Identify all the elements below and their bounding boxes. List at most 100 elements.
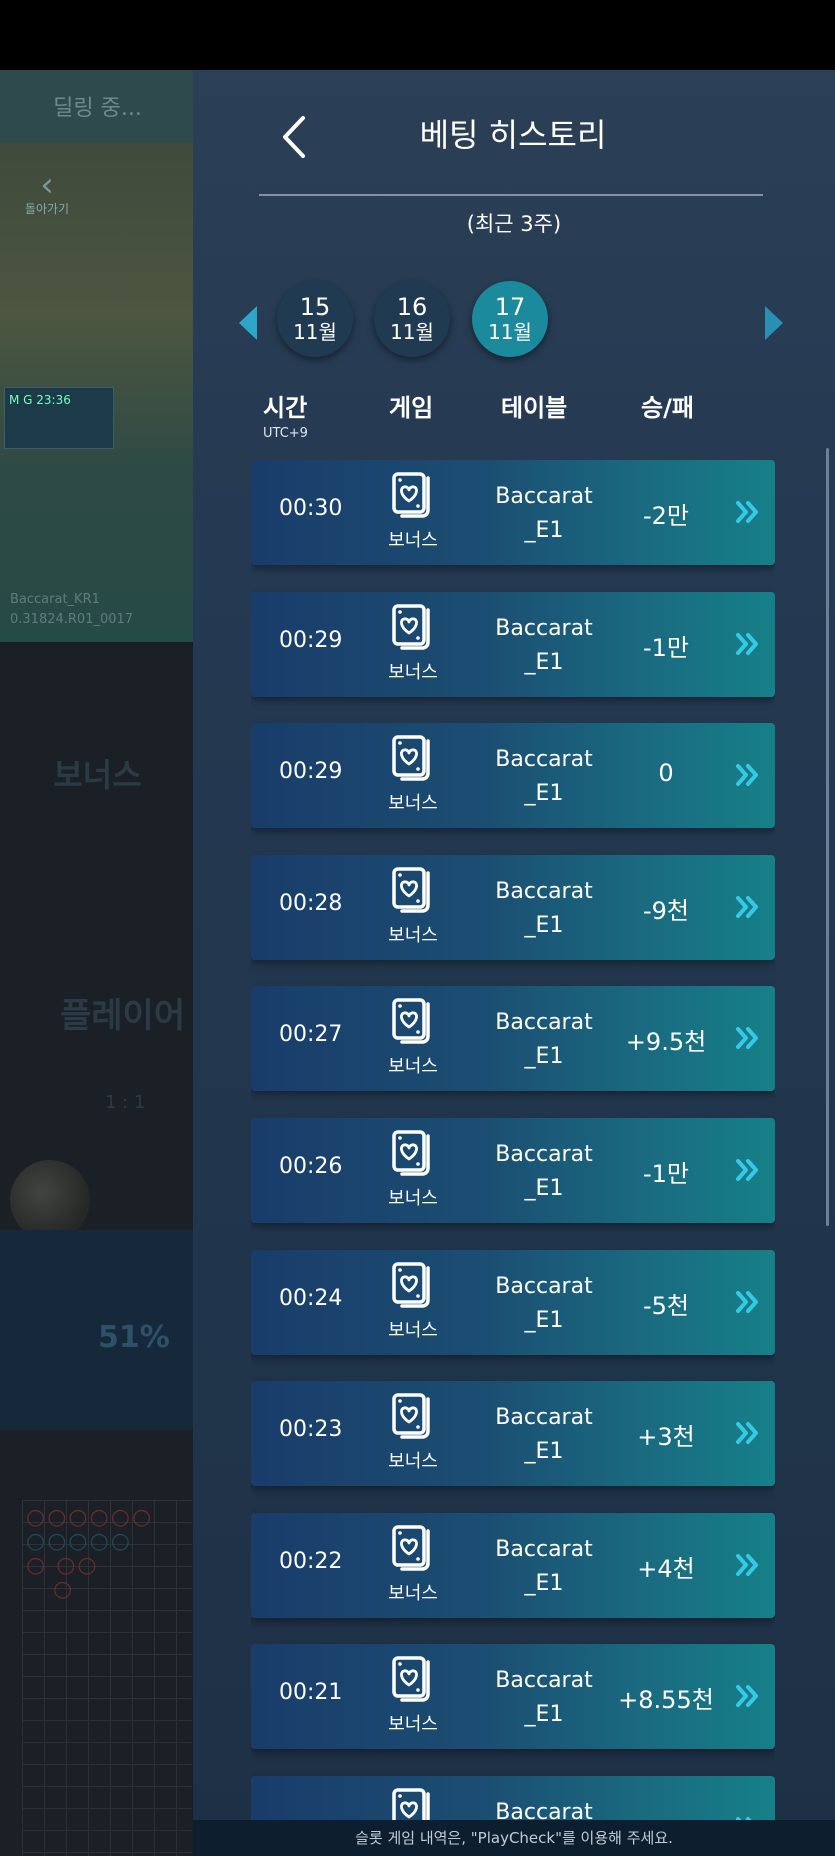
double-chevron-right-icon[interactable]	[735, 763, 761, 787]
row-game: 보너스	[388, 1582, 438, 1604]
bonus-card-icon	[392, 472, 430, 518]
back-button[interactable]	[275, 112, 315, 162]
row-table-line2: _E1	[524, 1044, 564, 1070]
row-result: +9.5천	[625, 1028, 707, 1057]
page-title: 베팅 히스토리	[419, 116, 607, 154]
date-day: 15	[299, 293, 331, 321]
history-row[interactable]: 00:26 보너스 Baccarat _E1 -1만	[251, 1117, 775, 1223]
date-day: 17	[494, 293, 526, 321]
row-table-line1: Baccarat	[495, 1799, 593, 1820]
history-row[interactable]: 00:30 보너스 Baccarat _E1 -2만	[251, 460, 775, 565]
double-chevron-right-icon[interactable]	[735, 895, 761, 919]
date-selector: 15 11월 16 11월 17 11월	[193, 270, 835, 370]
row-time: 00:26	[279, 1153, 343, 1179]
row-game: 보너스	[388, 793, 438, 815]
row-result: -2만	[642, 502, 689, 530]
row-table: Baccarat _E1	[487, 1006, 601, 1074]
row-game: 보너스	[388, 1714, 438, 1736]
playcheck-notice: 슬롯 게임 내역은, "PlayCheck"를 이용해 주세요.	[193, 1820, 835, 1856]
date-range-note: (최근 3주)	[466, 212, 562, 236]
row-table-line1: Baccarat	[495, 1141, 593, 1167]
bonus-card-icon	[392, 1130, 430, 1176]
double-chevron-right-icon[interactable]	[735, 500, 761, 524]
history-list[interactable]: 00:30 보너스 Baccarat _E1 -2만 00:29 보너스 Bacc…	[251, 460, 775, 1820]
row-table-line1: Baccarat	[495, 1273, 593, 1299]
row-table-line2: _E1	[524, 1175, 564, 1201]
row-table-line2: _E1	[524, 1702, 564, 1728]
bonus-card-icon	[392, 603, 430, 650]
timezone-label: UTC+9	[263, 426, 308, 441]
date-month: 11월	[293, 320, 337, 344]
double-chevron-right-icon[interactable]	[735, 1421, 761, 1445]
table-info-badge: M G 23:36	[4, 387, 114, 449]
date-month: 11월	[488, 320, 532, 344]
game-backdrop: 딜링 중... ‹ 돌아가기 M G 23:36 Baccarat_KR1 0.…	[0, 70, 195, 1856]
row-game: 보너스	[388, 1056, 438, 1078]
row-table: Baccarat _E1	[487, 1270, 601, 1338]
date-chip-16[interactable]: 16 11월	[374, 281, 450, 357]
double-chevron-right-icon[interactable]	[735, 1684, 761, 1708]
bonus-bet-label: 보너스	[53, 756, 142, 794]
live-video: ‹ 돌아가기 M G 23:36	[0, 142, 195, 642]
double-chevron-right-icon[interactable]	[735, 1158, 761, 1182]
row-time: 00:22	[279, 1548, 343, 1574]
history-row[interactable]: 00:29 보너스 Baccarat _E1 -1만	[251, 591, 775, 697]
row-table-line1: Baccarat	[495, 1405, 593, 1431]
dealing-status: 딜링 중...	[0, 70, 195, 142]
row-table-line1: Baccarat	[495, 615, 593, 641]
row-table-line2: _E1	[524, 781, 564, 807]
row-game: 보너스	[388, 661, 438, 683]
column-header-game: 게임	[389, 394, 434, 422]
status-bar	[0, 0, 835, 70]
row-table-line2: _E1	[524, 1307, 564, 1333]
chevron-left-icon	[283, 116, 305, 158]
column-header-winloss: 승/패	[641, 394, 694, 422]
double-chevron-right-icon[interactable]	[735, 1553, 761, 1577]
row-result: +3천	[637, 1423, 695, 1452]
history-row[interactable]: 00:21 보너스 Baccarat _E1 +8.55천	[251, 1644, 775, 1750]
bonus-card-icon	[392, 735, 430, 781]
row-table-line2: _E1	[524, 518, 564, 543]
row-table-line2: _E1	[524, 1570, 564, 1596]
chevron-left-icon: ‹	[40, 165, 54, 205]
row-table: Baccarat	[487, 1796, 601, 1820]
header-divider	[259, 194, 763, 196]
next-date-arrow-icon[interactable]	[765, 306, 783, 340]
road-markers: ○○○○○○ ○○○○○ ○ ○○ ○	[26, 1505, 154, 1602]
history-row[interactable]: 00:23 보너스 Baccarat _E1 +3천	[251, 1381, 775, 1487]
date-chip-17[interactable]: 17 11월	[472, 281, 548, 357]
column-header-time: 시간	[263, 394, 308, 422]
history-row[interactable]: Baccarat	[251, 1775, 775, 1820]
history-row[interactable]: 00:22 보너스 Baccarat _E1 +4천	[251, 1512, 775, 1618]
bet-percent: 51%	[98, 1320, 170, 1355]
date-day: 16	[396, 293, 428, 321]
row-table-line2: _E1	[524, 649, 564, 675]
backdrop-back-button: ‹ 돌아가기	[4, 162, 90, 232]
row-time: 00:29	[279, 759, 343, 785]
history-row[interactable]: 00:24 보너스 Baccarat _E1 -5천	[251, 1249, 775, 1355]
bonus-card-icon	[392, 867, 430, 913]
double-chevron-right-icon[interactable]	[735, 1290, 761, 1314]
bonus-card-icon	[392, 1525, 430, 1571]
row-result: -5천	[642, 1291, 689, 1320]
row-time: 00:21	[279, 1680, 343, 1706]
row-result: +8.55천	[618, 1686, 714, 1715]
row-game: 보너스	[388, 1187, 438, 1209]
row-result: -1만	[642, 633, 689, 662]
scrollbar[interactable]	[826, 448, 829, 1226]
row-time: 00:28	[279, 890, 343, 916]
date-chip-15[interactable]: 15 11월	[277, 281, 353, 357]
row-time: 00:29	[279, 627, 343, 653]
prev-date-arrow-icon[interactable]	[239, 306, 257, 340]
row-table: Baccarat _E1	[487, 612, 601, 680]
row-game: 보너스	[388, 924, 438, 946]
double-chevron-right-icon[interactable]	[735, 632, 761, 656]
row-result: 0	[658, 759, 674, 788]
payout-ratio: 1 : 1	[105, 1092, 146, 1113]
history-row[interactable]: 00:27 보너스 Baccarat _E1 +9.5천	[251, 986, 775, 1092]
row-result: -9천	[642, 896, 689, 925]
history-row[interactable]: 00:28 보너스 Baccarat _E1 -9천	[251, 854, 775, 960]
double-chevron-right-icon[interactable]	[735, 1026, 761, 1050]
row-table: Baccarat _E1	[487, 875, 601, 943]
history-row[interactable]: 00:29 보너스 Baccarat _E1 0	[251, 723, 775, 829]
